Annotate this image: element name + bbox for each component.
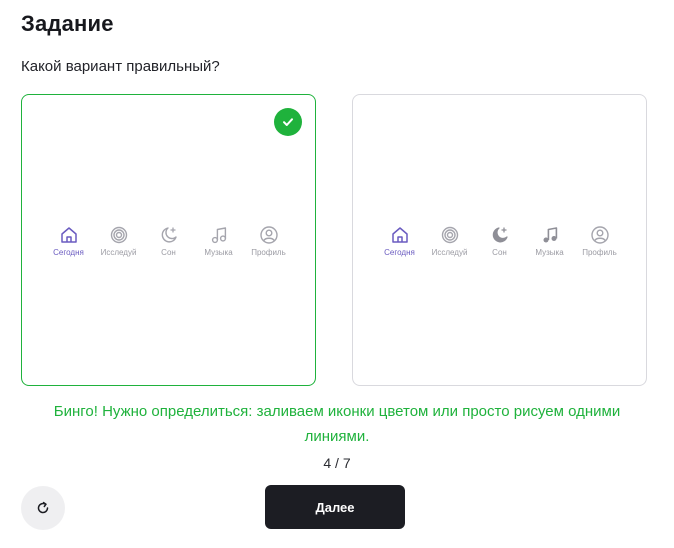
- tab-explore: Исследуй: [425, 225, 475, 261]
- tab-bar-preview: Сегодня Исследуй Сон Музыка Профиль: [353, 225, 646, 261]
- question-text: Какой вариант правильный?: [21, 58, 220, 75]
- check-icon: [274, 108, 302, 136]
- tab-label: Музыка: [535, 248, 564, 257]
- tab-label: Профиль: [582, 248, 617, 257]
- option-b-card[interactable]: Сегодня Исследуй Сон Музыка Профиль: [352, 94, 647, 386]
- tab-sleep: Сон: [475, 225, 525, 261]
- profile-icon: [259, 226, 278, 244]
- moon-star-filled-icon: [492, 227, 508, 243]
- tab-explore: Исследуй: [94, 225, 144, 261]
- tab-label: Сон: [492, 248, 507, 257]
- tab-profile: Профиль: [575, 225, 625, 261]
- profile-icon: [590, 226, 609, 244]
- music-note-filled-icon: [543, 227, 557, 243]
- music-note-icon: [211, 227, 226, 244]
- tab-label: Сегодня: [384, 248, 415, 257]
- next-button[interactable]: Далее: [265, 485, 405, 529]
- target-icon: [441, 226, 458, 244]
- tab-label: Исследуй: [100, 248, 137, 257]
- tab-bar-preview: Сегодня Исследуй Сон Музыка Профиль: [22, 225, 315, 261]
- target-icon: [110, 226, 127, 244]
- tab-sleep: Сон: [144, 225, 194, 261]
- retry-button[interactable]: [21, 486, 65, 530]
- tab-label: Профиль: [251, 248, 286, 257]
- feedback-message: Бинго! Нужно определиться: заливаем икон…: [53, 403, 621, 445]
- tab-music: Музыка: [525, 225, 575, 261]
- home-icon: [60, 227, 77, 243]
- progress-counter: 4 / 7: [323, 455, 351, 471]
- tab-music: Музыка: [194, 225, 244, 261]
- tab-label: Музыка: [204, 248, 233, 257]
- home-icon: [391, 227, 408, 243]
- tab-today: Сегодня: [375, 225, 425, 261]
- tab-today: Сегодня: [44, 225, 94, 261]
- tab-label: Исследуй: [431, 248, 468, 257]
- task-title: Задание: [21, 11, 114, 36]
- tab-profile: Профиль: [244, 225, 294, 261]
- moon-star-icon: [161, 227, 177, 243]
- tab-label: Сон: [161, 248, 176, 257]
- refresh-icon: [37, 501, 49, 514]
- option-a-card[interactable]: Сегодня Исследуй Сон Музыка Профиль: [21, 94, 316, 386]
- tab-label: Сегодня: [53, 248, 84, 257]
